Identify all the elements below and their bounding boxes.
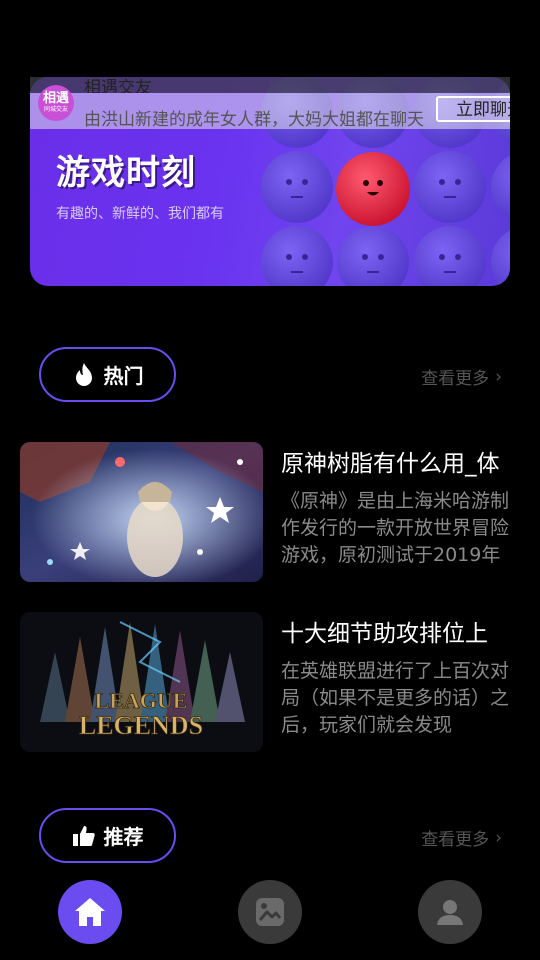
flame-icon — [75, 362, 92, 386]
hot-view-more-link[interactable]: 查看更多 › — [421, 364, 502, 390]
banner-subtitle: 有趣的、新鲜的、我们都有 — [56, 206, 224, 222]
ad-logo: 相遇 同城交友 — [38, 85, 74, 121]
ad-app-name: 相遇交友 — [84, 79, 152, 93]
recommend-view-more-text: 查看更多 — [421, 830, 490, 850]
nav-profile-button[interactable] — [418, 880, 482, 944]
chevron-right-icon: › — [495, 366, 502, 387]
nav-home-button[interactable] — [58, 880, 122, 944]
hot-section-label: 热门 — [103, 364, 144, 388]
hot-section-button[interactable]: 热门 — [39, 347, 176, 402]
chevron-right-icon: › — [495, 827, 502, 848]
hot-view-more-text: 查看更多 — [421, 369, 490, 389]
league-logo-line1: LEAGUE — [95, 688, 188, 713]
nav-gallery-button[interactable] — [238, 880, 302, 944]
thumbs-up-icon — [72, 825, 95, 846]
ad-description: 由洪山新建的成年女人群，大妈大姐都在聊天 — [84, 110, 424, 129]
article-card-genshin[interactable]: 原神树脂有什么用_体 《原神》是由上海米哈游制作发行的一款开放世界冒险游戏，原初… — [20, 442, 520, 582]
article-title: 十大细节助攻排位上 — [281, 621, 488, 647]
recommend-view-more-link[interactable]: 查看更多 › — [421, 825, 502, 851]
genshin-thumbnail — [20, 442, 263, 582]
ad-overlay[interactable]: 相遇 同城交友 相遇交友 由洪山新建的成年女人群，大妈大姐都在聊天 立即聊天 — [30, 77, 510, 129]
ad-chat-button[interactable]: 立即聊天 — [436, 96, 510, 122]
recommend-section-button[interactable]: 推荐 — [39, 808, 176, 863]
league-of-legends-thumbnail: LEAGUE LEGENDS — [20, 612, 263, 752]
article-description: 《原神》是由上海米哈游制作发行的一款开放世界冒险游戏，原初测试于2019年 — [281, 490, 510, 566]
ad-logo-subtext: 同城交友 — [43, 106, 68, 113]
banner-title: 游戏时刻 — [56, 153, 196, 193]
recommend-section-label: 推荐 — [103, 825, 144, 849]
profile-icon — [437, 900, 463, 925]
league-logo-line2: LEGENDS — [79, 711, 203, 740]
home-icon — [75, 898, 105, 926]
article-title: 原神树脂有什么用_体 — [281, 451, 500, 477]
gallery-icon — [256, 898, 284, 926]
article-description: 在英雄联盟进行了上百次对局（如果不是更多的话）之后，玩家们就会发现 — [281, 660, 510, 736]
ad-logo-text: 相遇 — [42, 91, 69, 106]
article-card-lol[interactable]: LEAGUE LEGENDS 十大细节助攻排位上 在英雄联盟进行了上百次对局（如… — [20, 612, 520, 752]
